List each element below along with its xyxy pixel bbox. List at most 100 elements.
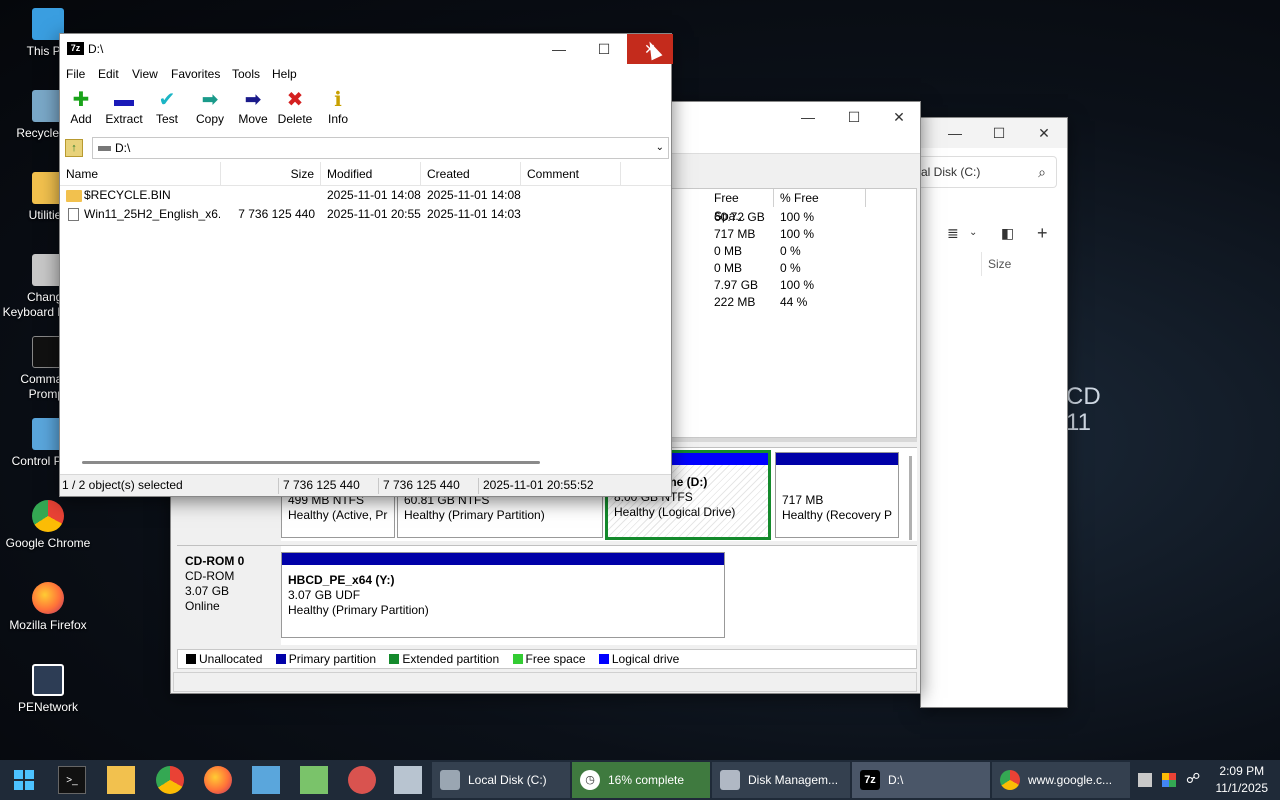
tray-app-icon[interactable] <box>1138 773 1152 787</box>
volume-row[interactable]: 0 MB 0 % <box>714 260 801 277</box>
info-button[interactable]: ℹ Info <box>315 88 361 126</box>
delete-button[interactable]: ✖ Delete <box>272 88 318 126</box>
clock-time: 2:09 PM <box>1219 764 1265 778</box>
menu-favorites[interactable]: Favorites <box>171 67 220 81</box>
desktop-icon-mozilla-firefox[interactable]: Mozilla Firefox <box>0 582 96 633</box>
taskbar-item-local-disk[interactable]: Local Disk (C:) <box>432 762 570 798</box>
explorer-column-size[interactable]: Size <box>981 252 1061 276</box>
tray-color-icon[interactable] <box>1162 773 1176 787</box>
legend-swatch <box>389 654 400 664</box>
start-button[interactable] <box>10 766 38 794</box>
status-selection: 1 / 2 object(s) selected <box>62 478 183 492</box>
preview-pane-icon[interactable]: ◧ <box>1001 218 1014 248</box>
volume-row[interactable]: 222 MB 44 % <box>714 294 807 311</box>
add-button[interactable]: ✚ Add <box>58 88 104 126</box>
notepad-icon[interactable] <box>300 766 328 794</box>
clock[interactable]: 2:09 PM 11/1/2025 <box>1216 763 1269 797</box>
file-modified: 2025-11-01 14:08 <box>327 188 421 202</box>
desktop: CD 11 This PC Recycle Bin Utilities Chan… <box>0 0 1280 760</box>
taskbar-item-7zip[interactable]: 7z D:\ <box>852 762 990 798</box>
status-date: 2025-11-01 20:55:52 <box>483 478 594 492</box>
legend-label: Logical drive <box>611 652 680 666</box>
column-created[interactable]: Created <box>421 162 521 186</box>
scrollbar-thumb[interactable] <box>82 461 540 464</box>
disk-scrollbar[interactable] <box>909 456 912 540</box>
address-input[interactable]: D:\ ⌄ <box>92 137 669 159</box>
test-icon: ✔ <box>158 89 176 111</box>
wallpaper-line: 11 <box>1066 409 1091 436</box>
network-icon[interactable]: ☍ <box>1186 770 1200 787</box>
folder-icon[interactable] <box>107 766 135 794</box>
volume-row[interactable]: 717 MB 100 % <box>714 226 814 243</box>
menu-file[interactable]: File <box>66 67 85 81</box>
extract-icon: ▬ <box>114 89 134 111</box>
maximize-button[interactable]: ☐ <box>581 34 627 64</box>
file-name: Win11_25H2_English_x6... <box>84 207 220 221</box>
legend-label: Extended partition <box>402 652 500 666</box>
chevron-down-icon[interactable]: ⌄ <box>969 218 977 248</box>
explorer-window[interactable]: — ☐ ✕ al Disk (C:) ⌕ ≣ ⌄ ◧ + Size <box>920 117 1068 708</box>
search-icon[interactable]: ⌕ <box>1038 157 1046 187</box>
taskbar: >_ Local Disk (C:) ◷ 16% complete Disk M… <box>0 760 1280 800</box>
maximize-button[interactable]: ☐ <box>831 102 877 132</box>
drive-icon <box>98 146 111 151</box>
taskbar-item-chrome[interactable]: www.google.c... <box>992 762 1130 798</box>
column-free-space[interactable]: Free Spa... <box>708 189 774 223</box>
volume-row[interactable]: 7.97 GB 100 % <box>714 277 814 294</box>
column-percent-free[interactable]: % Free <box>774 189 866 207</box>
chevron-down-icon[interactable]: ⌄ <box>656 138 664 158</box>
desktop-icon-penetwork[interactable]: PENetwork <box>0 664 96 715</box>
column-modified[interactable]: Modified <box>321 162 421 186</box>
sevenzip-window[interactable]: 7z D:\ — ☐ ✕ File Edit View Favorites To… <box>58 33 673 497</box>
menu-edit[interactable]: Edit <box>98 67 119 81</box>
file-row[interactable]: $RECYCLE.BIN 2025-11-01 14:08 2025-11-01… <box>60 186 671 205</box>
column-size[interactable]: Size <box>221 162 321 186</box>
sevenzip-titlebar: 7z D:\ — ☐ ✕ <box>60 34 673 64</box>
taskbar-item-disk-management[interactable]: Disk Managem... <box>712 762 850 798</box>
extract-button[interactable]: ▬ Extract <box>101 88 147 126</box>
calculator-icon[interactable] <box>394 766 422 794</box>
console-icon[interactable]: >_ <box>58 766 86 794</box>
view-list-icon[interactable]: ≣ <box>947 218 959 248</box>
tool-label: Copy <box>195 112 224 126</box>
desktop-icon-google-chrome[interactable]: Google Chrome <box>0 500 96 551</box>
minimize-button[interactable]: — <box>536 34 582 64</box>
chrome-icon[interactable] <box>156 766 184 794</box>
file-created: 2025-11-01 14:03 <box>427 207 521 221</box>
menu-help[interactable]: Help <box>272 67 297 81</box>
column-comment[interactable]: Comment <box>521 162 621 186</box>
cdrom-row: CD-ROM 0 CD-ROM 3.07 GB Online HBCD_PE_x… <box>177 545 917 646</box>
copy-button[interactable]: ➡ Copy <box>187 88 233 126</box>
volume-row[interactable]: 60.72 GB 100 % <box>714 209 814 226</box>
close-button[interactable]: ✕ <box>876 102 922 132</box>
column-name[interactable]: Name <box>60 162 221 186</box>
test-button[interactable]: ✔ Test <box>144 88 190 126</box>
up-folder-icon[interactable]: ↑ <box>65 139 83 157</box>
partition-recovery[interactable]: 717 MB Healthy (Recovery Pa <box>775 452 899 538</box>
tool-icon[interactable] <box>348 766 376 794</box>
document-icon[interactable] <box>252 766 280 794</box>
maximize-button[interactable]: ☐ <box>977 118 1021 148</box>
move-icon: ➡ <box>244 89 262 111</box>
cdrom-info[interactable]: CD-ROM 0 CD-ROM 3.07 GB Online <box>177 546 281 646</box>
explorer-toolbar: ≣ ⌄ ◧ + <box>921 218 1067 248</box>
system-tray: ☍ 2:09 PM 11/1/2025 <box>1130 760 1280 800</box>
address-text: D:\ <box>115 141 131 155</box>
horizontal-scrollbar[interactable] <box>62 456 669 468</box>
close-button[interactable]: ✕ <box>1021 118 1067 148</box>
volume-row[interactable]: 0 MB 0 % <box>714 243 801 260</box>
task-label: D:\ <box>888 773 904 787</box>
move-button[interactable]: ➡ Move <box>230 88 276 126</box>
file-row[interactable]: Win11_25H2_English_x6... 7 736 125 440 2… <box>60 205 671 224</box>
menu-tools[interactable]: Tools <box>232 67 260 81</box>
taskbar-item-progress[interactable]: ◷ 16% complete <box>572 762 710 798</box>
minimize-button[interactable]: — <box>933 118 977 148</box>
firefox-icon <box>32 582 64 614</box>
menu-view[interactable]: View <box>132 67 158 81</box>
minimize-button[interactable]: — <box>785 102 831 132</box>
percent-free-value: 100 % <box>780 227 815 241</box>
firefox-icon[interactable] <box>204 766 232 794</box>
new-tab-icon[interactable]: + <box>1037 218 1048 248</box>
explorer-address-bar[interactable]: al Disk (C:) ⌕ <box>921 156 1057 188</box>
partition-cdrom[interactable]: HBCD_PE_x64 (Y:) 3.07 GB UDF Healthy (Pr… <box>281 552 725 638</box>
